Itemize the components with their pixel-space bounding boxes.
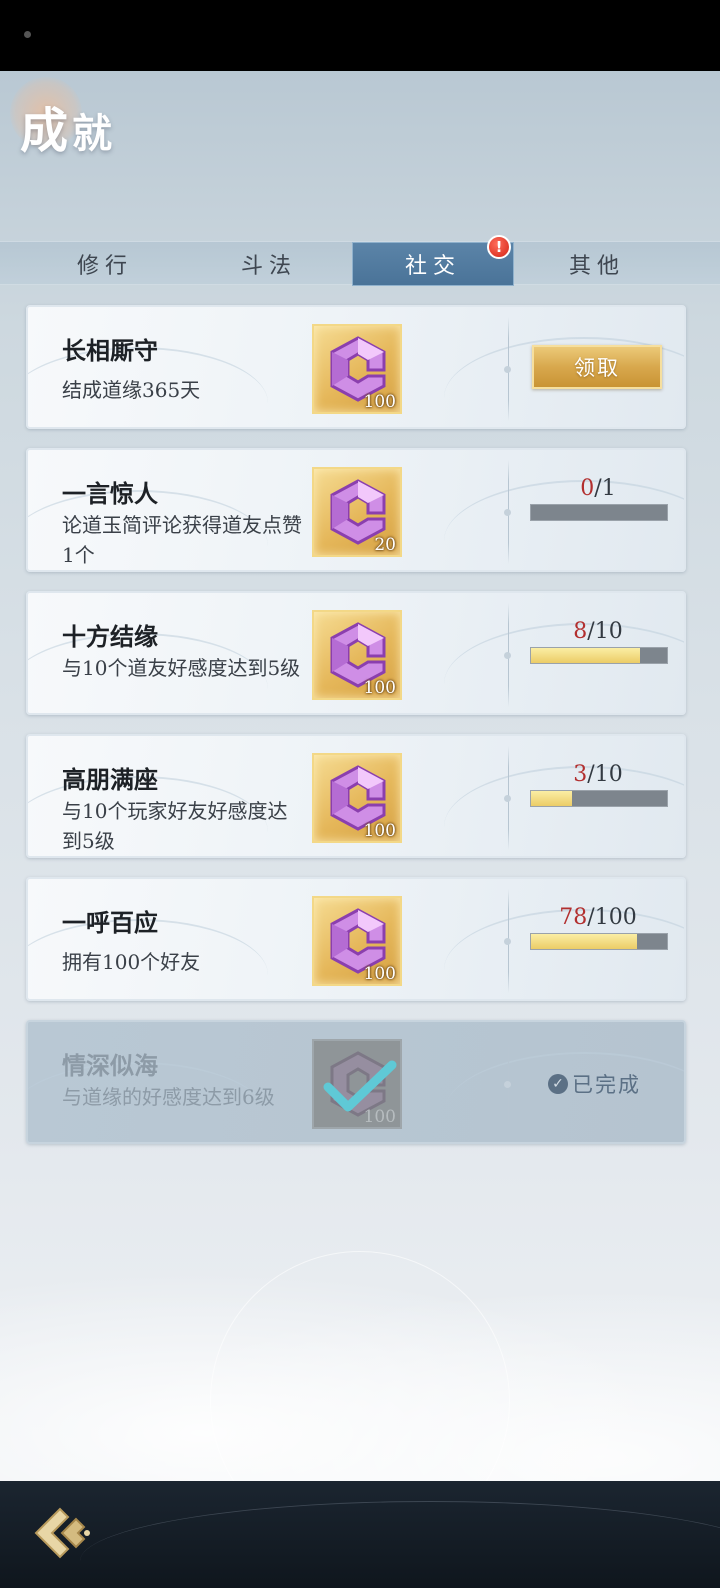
reward-count: 100 [363,392,396,412]
achievement-card: 一言惊人 论道玉简评论获得道友点赞1个 20 0/1 [26,448,686,572]
completed-label: 已完成 [572,1073,641,1097]
tab-social[interactable]: 社交 ! [352,235,514,286]
reward-item[interactable]: 100 [312,896,402,986]
completed-status: ✓ 已完成 [548,1069,641,1099]
progress-bar [530,790,668,807]
progress-bar [530,504,668,521]
tab-duel[interactable]: 斗法 [188,242,350,286]
progress-text: 0/1 [528,476,668,501]
achievement-desc: 结成道缘365天 [62,378,201,402]
achievement-title: 十方结缘 [62,622,158,651]
achievement-card: 一呼百应 拥有100个好友 100 78/100 [26,877,686,1001]
tab-other[interactable]: 其他 [516,242,678,286]
progress-total: /10 [587,762,623,787]
tab-label: 其他 [568,254,625,279]
back-arrow-icon[interactable] [30,1505,94,1561]
progress-text: 78/100 [528,905,668,930]
achievement-desc: 与10个道友好感度达到5级 [62,656,301,680]
achievement-desc: 论道玉简评论获得道友点赞1个 [62,513,302,567]
divider-dot [504,1081,511,1088]
bottom-bar [0,1481,720,1588]
tab-label: 斗法 [240,254,297,279]
status-bar [0,0,720,71]
progress-current: 3 [573,762,588,787]
divider-dot [504,938,511,945]
reward-item[interactable]: 100 [312,610,402,700]
reward-item[interactable]: 100 [312,753,402,843]
tab-bar: 修行 斗法 社交 ! 其他 [0,235,720,286]
claim-button[interactable]: 领取 [532,345,662,389]
divider-dot [504,366,511,373]
page-title: 成就 [20,91,112,161]
progress-total: /1 [594,476,616,501]
achievements-screen: 成就 修行 斗法 社交 ! 其他 长相厮守 结成道缘365天 100 领取 一言… [0,71,720,1481]
achievement-desc: 与10个玩家好友好感度达到5级 [62,799,288,853]
alert-badge: ! [487,235,511,259]
progress-current: 8 [573,619,588,644]
progress-fill [531,648,640,663]
progress-total: /100 [587,905,637,930]
achievement-title: 一呼百应 [62,908,158,937]
achievement-title: 长相厮守 [62,336,158,365]
divider-dot [504,652,511,659]
tab-cultivation[interactable]: 修行 [24,242,186,286]
progress-text: 8/10 [528,619,668,644]
reward-item[interactable]: 100 [312,324,402,414]
reward-count: 100 [363,1107,396,1127]
achievement-title: 高朋满座 [62,765,158,794]
tab-label: 社交 [404,254,461,279]
reward-item[interactable]: 20 [312,467,402,557]
status-dot [24,31,31,38]
achievement-card: 长相厮守 结成道缘365天 100 领取 [26,305,686,429]
divider-dot [504,509,511,516]
achievement-title: 情深似海 [62,1051,158,1080]
reward-count: 20 [374,535,396,555]
achievement-desc: 与道缘的好感度达到6级 [62,1085,275,1109]
progress-bar [530,647,668,664]
check-circle-icon: ✓ [548,1074,568,1094]
achievement-card: 高朋满座 与10个玩家好友好感度达到5级 100 3/10 [26,734,686,858]
reward-item: 100 [312,1039,402,1129]
tab-label: 修行 [76,254,133,279]
achievement-title: 一言惊人 [62,479,158,508]
progress-fill [531,934,638,949]
progress-current: 78 [559,905,588,930]
page-title-char-2: 就 [72,110,113,157]
reward-count: 100 [363,678,396,698]
achievement-card: 十方结缘 与10个道友好感度达到5级 100 8/10 [26,591,686,715]
achievement-desc: 拥有100个好友 [62,950,201,974]
progress-current: 0 [580,476,595,501]
bottom-decoration [80,1501,720,1588]
progress-bar [530,933,668,950]
progress-text: 3/10 [528,762,668,787]
background-mist [0,1241,720,1481]
achievement-card-completed: 情深似海 与道缘的好感度达到6级 100 ✓ 已完成 [26,1020,686,1144]
reward-count: 100 [363,821,396,841]
progress-total: /10 [587,619,623,644]
page-title-char-1: 成 [20,103,69,159]
reward-count: 100 [363,964,396,984]
divider-dot [504,795,511,802]
progress-fill [531,791,572,806]
